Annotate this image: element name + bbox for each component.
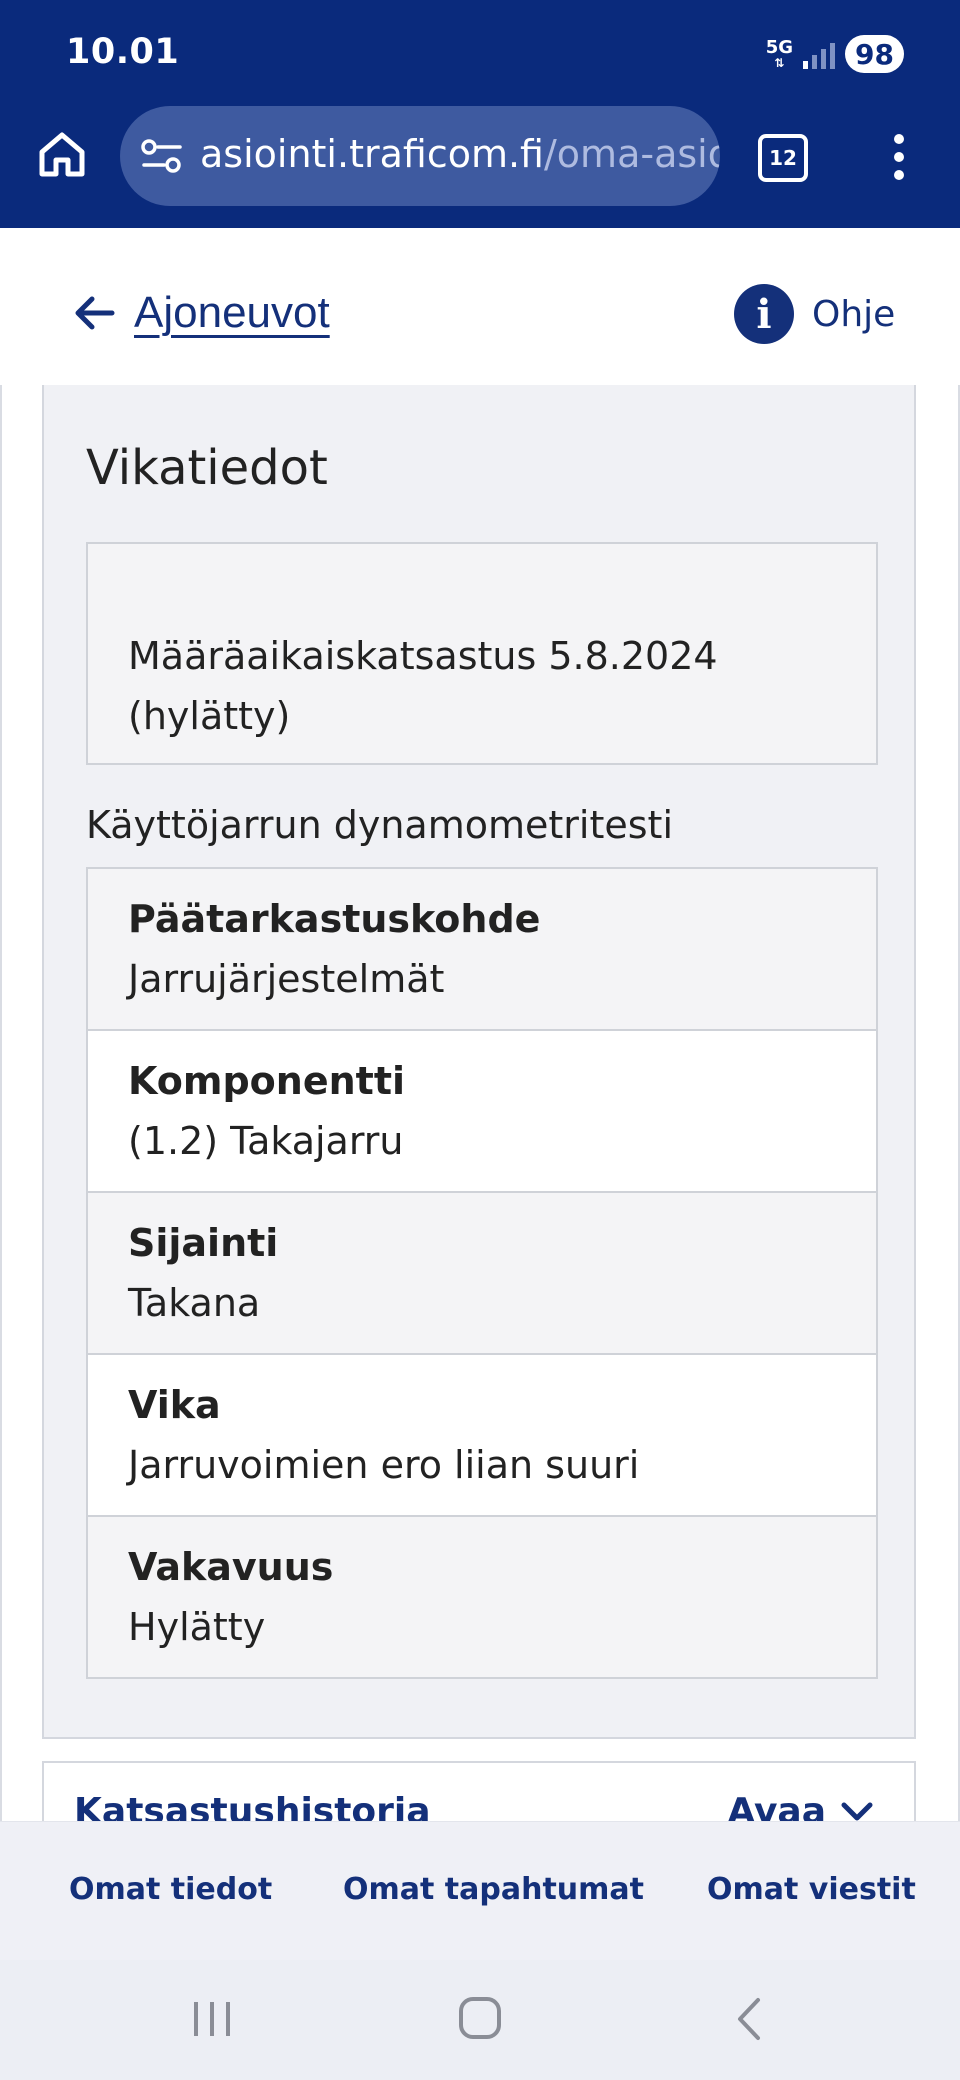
inspection-label: Määräaikaiskatsastus 5.8.2024 (hylätty) [128,634,718,738]
back-nav-icon[interactable] [730,1994,766,2049]
detail-value: Jarrujärjestelmät [128,957,445,1001]
detail-label: Vika [128,1383,221,1427]
nav-own-events[interactable]: Omat tapahtumat [343,1872,644,1907]
test-heading: Käyttöjarrun dynamometritesti [86,803,673,847]
info-icon: i [734,284,794,344]
content-area[interactable]: Vikatiedot Määräaikaiskatsastus 5.8.2024… [0,385,960,1821]
system-nav-bar [0,1960,960,2080]
chevron-down-icon [841,1802,873,1820]
back-link-label: Ajoneuvot [134,288,330,337]
detail-row: Komponentti (1.2) Takajarru [88,1031,876,1193]
bottom-nav: Omat tiedot Omat tapahtumat Omat viestit [0,1821,960,1961]
detail-row: Vakavuus Hylätty [88,1517,876,1677]
detail-value: Takana [128,1281,261,1325]
history-toggle[interactable]: Avaa [727,1791,874,1821]
status-icons: 5G ⇅ 98 [766,34,904,74]
detail-value: (1.2) Takajarru [128,1119,404,1163]
frame-edge [0,385,2,1821]
history-accordion[interactable]: Katsastushistoria Avaa [42,1761,916,1821]
recent-apps-icon[interactable] [190,1994,234,2049]
detail-value: Hylätty [128,1605,266,1649]
more-vert-icon[interactable] [884,128,914,184]
detail-row: Päätarkastuskohde Jarrujärjestelmät [88,869,876,1031]
site-settings-icon[interactable] [140,136,184,176]
status-bar: 10.01 5G ⇅ 98 [0,0,960,104]
url-host: asiointi.traficom.fi [200,132,544,176]
url-path: /oma-asio [544,132,720,176]
status-time: 10.01 [66,32,180,72]
home-nav-icon[interactable] [456,1994,504,2049]
detail-value: Jarruvoimien ero liian suuri [128,1443,640,1487]
detail-label: Vakavuus [128,1545,334,1589]
url-text[interactable]: asiointi.traficom.fi/oma-asio [200,132,720,176]
signal-strength-icon [803,39,836,69]
back-link[interactable]: Ajoneuvot [72,288,330,338]
fault-details-table: Päätarkastuskohde Jarrujärjestelmät Komp… [86,867,878,1679]
browser-toolbar: asiointi.traficom.fi/oma-asio 12 [0,104,960,228]
page-header: Ajoneuvot i Ohje [0,228,960,386]
battery-badge: 98 [845,35,904,73]
tabs-icon[interactable]: 12 [758,134,808,182]
fault-info-panel: Vikatiedot Määräaikaiskatsastus 5.8.2024… [42,385,916,1739]
arrow-left-icon [75,296,115,330]
nav-own-messages[interactable]: Omat viestit [707,1872,916,1907]
section-title: Vikatiedot [86,440,328,496]
address-bar[interactable]: asiointi.traficom.fi/oma-asio [120,106,720,206]
help-label: Ohje [812,293,896,335]
history-toggle-label: Avaa [727,1791,826,1821]
detail-label: Päätarkastuskohde [128,897,541,941]
detail-label: Sijainti [128,1221,279,1265]
inspection-box: Määräaikaiskatsastus 5.8.2024 (hylätty) [86,542,878,765]
detail-label: Komponentti [128,1059,406,1103]
help-link[interactable]: i Ohje [734,284,895,344]
detail-row: Sijainti Takana [88,1193,876,1355]
history-title: Katsastushistoria [74,1791,431,1821]
detail-row: Vika Jarruvoimien ero liian suuri [88,1355,876,1517]
network-5g-icon: 5G ⇅ [765,37,794,70]
nav-own-details[interactable]: Omat tiedot [69,1872,272,1907]
home-icon[interactable] [34,126,90,182]
